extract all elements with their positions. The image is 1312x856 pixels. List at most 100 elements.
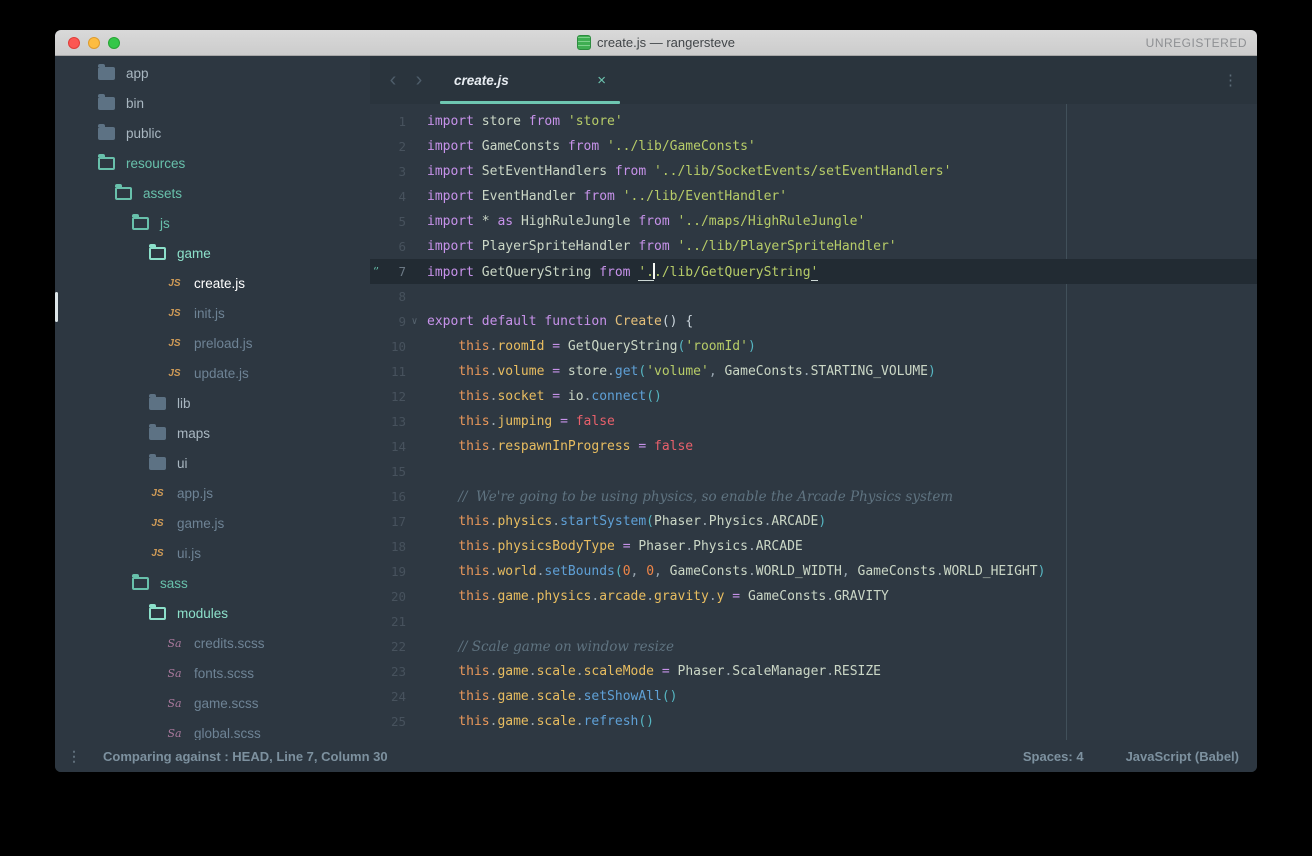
tree-item-bin[interactable]: bin: [55, 88, 370, 118]
code-token: [427, 339, 458, 354]
tree-item-create-js[interactable]: JScreate.js: [55, 268, 370, 298]
code-line-11[interactable]: 11 this.volume = store.get('volume', Gam…: [370, 359, 1257, 384]
code-token: 0: [623, 564, 631, 579]
tree-item-credits-scss[interactable]: Sacredits.scss: [55, 628, 370, 658]
file-js-icon: JS: [149, 518, 166, 529]
back-arrow-icon[interactable]: ‹: [380, 56, 406, 104]
tree-item-app[interactable]: app: [55, 58, 370, 88]
code-line-12[interactable]: 12 this.socket = io.connect(): [370, 384, 1257, 409]
code-line-15[interactable]: 15: [370, 459, 1257, 484]
tree-item-public[interactable]: public: [55, 118, 370, 148]
code-token: this: [458, 339, 489, 354]
code-text: this.roomId = GetQueryString('roomId'): [423, 339, 756, 354]
code-token: () {: [662, 314, 693, 329]
code-line-3[interactable]: 3import SetEventHandlers from '../lib/So…: [370, 159, 1257, 184]
tree-item-maps[interactable]: maps: [55, 418, 370, 448]
traffic-lights: [68, 37, 120, 49]
tree-item-label: resources: [126, 156, 185, 171]
code-token: import: [427, 164, 482, 179]
code-line-25[interactable]: 25 this.game.scale.refresh(): [370, 709, 1257, 734]
code-token: setBounds: [544, 564, 614, 579]
code-line-22[interactable]: 22 // Scale game on window resize: [370, 634, 1257, 659]
tab-close-icon[interactable]: ×: [597, 72, 606, 89]
code-token: [427, 490, 458, 505]
status-bar: ⋮ Comparing against : HEAD, Line 7, Colu…: [55, 740, 1257, 772]
code-token: .: [748, 564, 756, 579]
code-line-13[interactable]: 13 this.jumping = false: [370, 409, 1257, 434]
tree-item-ui[interactable]: ui: [55, 448, 370, 478]
line-number: 8: [386, 289, 406, 304]
syntax-setting[interactable]: JavaScript (Babel): [1126, 749, 1239, 764]
file-scss-icon: Sa: [166, 697, 183, 710]
tree-item-lib[interactable]: lib: [55, 388, 370, 418]
tree-item-game-scss[interactable]: Sagame.scss: [55, 688, 370, 718]
code-token: GetQueryString: [482, 265, 599, 280]
code-line-17[interactable]: 17 this.physics.startSystem(Phaser.Physi…: [370, 509, 1257, 534]
tree-item-label: credits.scss: [194, 636, 265, 651]
code-line-18[interactable]: 18 this.physicsBodyType = Phaser.Physics…: [370, 534, 1257, 559]
code-token: this: [458, 689, 489, 704]
folder-open-icon: [149, 607, 166, 620]
code-token: scale: [537, 664, 576, 679]
tree-item-preload-js[interactable]: JSpreload.js: [55, 328, 370, 358]
tree-item-label: game: [177, 246, 211, 261]
tree-item-sass[interactable]: sass: [55, 568, 370, 598]
code-line-14[interactable]: 14 this.respawnInProgress = false: [370, 434, 1257, 459]
fold-arrow-icon[interactable]: ∨: [406, 316, 423, 327]
code-token: Create: [615, 314, 662, 329]
code-token: Phaser: [638, 539, 685, 554]
code-line-23[interactable]: 23 this.game.scale.scaleMode = Phaser.Sc…: [370, 659, 1257, 684]
code-token: y: [717, 589, 733, 604]
tree-item-init-js[interactable]: JSinit.js: [55, 298, 370, 328]
code-line-9[interactable]: 9∨export default function Create() {: [370, 309, 1257, 334]
tree-item-js[interactable]: js: [55, 208, 370, 238]
tree-item-modules[interactable]: modules: [55, 598, 370, 628]
minimize-window-button[interactable]: [88, 37, 100, 49]
tree-item-assets[interactable]: assets: [55, 178, 370, 208]
code-line-16[interactable]: 16 // We're going to be using physics, s…: [370, 484, 1257, 509]
code-line-2[interactable]: 2import GameConsts from '../lib/GameCons…: [370, 134, 1257, 159]
code-line-6[interactable]: 6import PlayerSpriteHandler from '../lib…: [370, 234, 1257, 259]
code-token: ): [748, 339, 756, 354]
code-token: [427, 664, 458, 679]
close-window-button[interactable]: [68, 37, 80, 49]
editor-column: ‹ › create.js × ⋮ 1import store from 'st…: [370, 56, 1257, 740]
folder-open-icon: [132, 217, 149, 230]
code-token: roomId: [497, 339, 552, 354]
file-js-icon: JS: [149, 488, 166, 499]
tree-item-update-js[interactable]: JSupdate.js: [55, 358, 370, 388]
code-text: this.respawnInProgress = false: [423, 439, 693, 454]
tree-item-ui-js[interactable]: JSui.js: [55, 538, 370, 568]
tree-item-label: fonts.scss: [194, 666, 254, 681]
code-token: *: [482, 214, 498, 229]
line-number: 25: [386, 714, 406, 729]
code-token: import: [427, 239, 482, 254]
code-token: Phaser: [654, 514, 701, 529]
code-line-8[interactable]: 8: [370, 284, 1257, 309]
code-line-10[interactable]: 10 this.roomId = GetQueryString('roomId'…: [370, 334, 1257, 359]
sidebar-scroll-indicator[interactable]: [55, 292, 58, 322]
code-line-21[interactable]: 21: [370, 609, 1257, 634]
tree-item-game[interactable]: game: [55, 238, 370, 268]
code-line-4[interactable]: 4import EventHandler from '../lib/EventH…: [370, 184, 1257, 209]
code-line-20[interactable]: 20 this.game.physics.arcade.gravity.y = …: [370, 584, 1257, 609]
forward-arrow-icon[interactable]: ›: [406, 56, 432, 104]
code-area[interactable]: 1import store from 'store'2import GameCo…: [370, 104, 1257, 740]
tree-item-app-js[interactable]: JSapp.js: [55, 478, 370, 508]
code-line-1[interactable]: 1import store from 'store': [370, 109, 1257, 134]
status-menu-icon[interactable]: ⋮: [67, 748, 81, 765]
code-line-24[interactable]: 24 this.game.scale.setShowAll(): [370, 684, 1257, 709]
code-line-5[interactable]: 5import * as HighRuleJungle from '../map…: [370, 209, 1257, 234]
code-line-19[interactable]: 19 this.world.setBounds(0, 0, GameConsts…: [370, 559, 1257, 584]
tree-item-global-scss[interactable]: Saglobal.scss: [55, 718, 370, 740]
tab-create-js[interactable]: create.js ×: [440, 56, 620, 104]
tree-item-game-js[interactable]: JSgame.js: [55, 508, 370, 538]
tab-overflow-menu-icon[interactable]: ⋮: [1223, 56, 1239, 104]
tree-item-resources[interactable]: resources: [55, 148, 370, 178]
zoom-window-button[interactable]: [108, 37, 120, 49]
code-token: this: [458, 714, 489, 729]
tree-item-label: ui.js: [177, 546, 201, 561]
code-line-7[interactable]: ‘’7import GetQueryString from '../lib/Ge…: [370, 259, 1257, 284]
indentation-setting[interactable]: Spaces: 4: [1023, 749, 1084, 764]
tree-item-fonts-scss[interactable]: Safonts.scss: [55, 658, 370, 688]
